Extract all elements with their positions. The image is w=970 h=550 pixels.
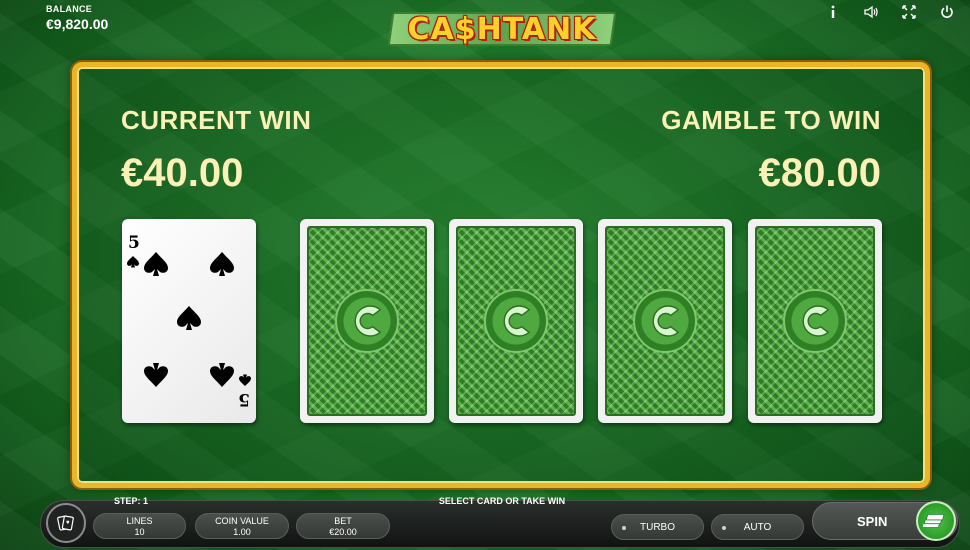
lines-value: 10	[134, 527, 145, 537]
turbo-label: TURBO	[640, 521, 675, 533]
cashtank-emblem-icon	[783, 289, 847, 353]
svg-text:5: 5	[238, 389, 250, 409]
cash-stack-icon[interactable]	[916, 501, 956, 541]
playing-cards-icon	[57, 515, 74, 531]
balance-display: BALANCE €9,820.00	[46, 4, 108, 32]
fullscreen-icon[interactable]	[900, 4, 918, 20]
bet-value: €20.00	[329, 527, 357, 537]
auto-toggle[interactable]: AUTO	[711, 514, 804, 540]
card-back-pattern	[456, 226, 576, 416]
balance-label: BALANCE	[46, 4, 93, 14]
top-toolbar	[824, 4, 956, 20]
gamble-to-win-label: GAMBLE TO WIN	[661, 105, 881, 135]
balance-value: €9,820.00	[46, 16, 109, 32]
card-back-pattern	[755, 226, 875, 416]
card-back-pattern	[605, 226, 725, 416]
spin-button[interactable]: SPIN	[812, 501, 958, 541]
auto-indicator-dot	[722, 526, 726, 530]
cashtank-emblem-icon	[484, 289, 548, 353]
current-win-label: CURRENT WIN	[121, 105, 312, 135]
coin-value-control[interactable]: COIN VALUE 1.00	[195, 513, 289, 539]
current-win-value: €40.00	[121, 151, 244, 195]
bet-label: BET	[334, 516, 352, 526]
turbo-toggle[interactable]: TURBO	[611, 514, 704, 540]
face-down-card-3[interactable]	[598, 219, 732, 423]
face-down-card-4[interactable]	[748, 219, 882, 423]
power-icon[interactable]	[938, 4, 956, 20]
gamble-cards-button[interactable]	[46, 503, 86, 543]
coin-value-label: COIN VALUE	[215, 516, 269, 526]
svg-text:5: 5	[128, 233, 140, 253]
five-of-spades-face: 5 5	[127, 233, 251, 409]
revealed-card-five-of-spades: 5 5	[122, 219, 256, 423]
lines-label: LINES	[126, 516, 153, 526]
spin-label: SPIN	[857, 514, 888, 529]
lines-control[interactable]: LINES 10	[93, 513, 186, 539]
bet-control[interactable]: BET €20.00	[296, 513, 390, 539]
sound-icon[interactable]	[862, 4, 880, 20]
gamble-to-win-value: €80.00	[758, 151, 881, 195]
cashtank-emblem-icon	[335, 289, 399, 353]
face-down-card-2[interactable]	[449, 219, 583, 423]
turbo-indicator-dot	[622, 526, 626, 530]
card-back-pattern	[307, 226, 427, 416]
cashtank-emblem-icon	[633, 289, 697, 353]
logo-text: CA$HTANK	[407, 11, 597, 47]
face-down-card-1[interactable]	[300, 219, 434, 423]
info-icon[interactable]	[824, 4, 842, 20]
game-logo: CA$HTANK	[387, 6, 617, 52]
coin-value-value: 1.00	[233, 527, 251, 537]
gamble-panel: CURRENT WIN €40.00 GAMBLE TO WIN €80.00 …	[72, 62, 930, 488]
auto-label: AUTO	[743, 521, 772, 533]
